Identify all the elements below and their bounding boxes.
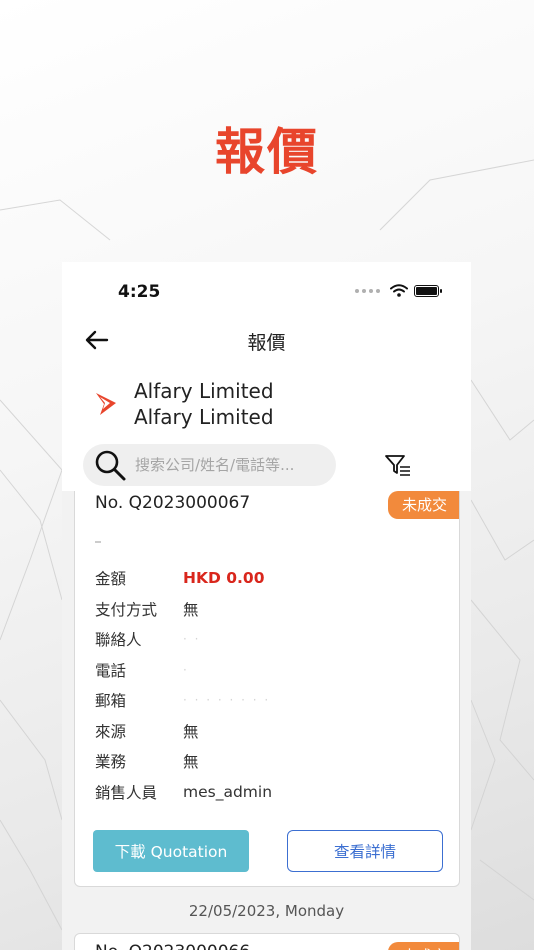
field-row-business: 業務 無 <box>95 750 445 772</box>
view-details-button[interactable]: 查看詳情 <box>287 830 443 872</box>
field-label: 郵箱 <box>95 692 127 710</box>
field-value-redacted: · · <box>183 632 201 646</box>
nav-title: 報價 <box>247 332 286 354</box>
field-value: HKD 0.00 <box>183 569 265 587</box>
search-icon <box>95 450 126 481</box>
hero-title: 報價 <box>215 123 319 181</box>
company-names: Alfary Limited Alfary Limited <box>134 378 274 430</box>
company-name-line1: Alfary Limited <box>134 379 274 403</box>
field-row-salesperson: 銷售人員 mes_admin <box>95 781 445 803</box>
phone-screen: 4:25 報價 Alfary Limited Alfary Limited 搜索… <box>62 262 471 950</box>
search-box[interactable] <box>83 444 336 486</box>
field-row-source: 來源 無 <box>95 720 445 742</box>
field-value: 無 <box>183 601 199 619</box>
field-label: 業務 <box>95 753 127 771</box>
field-label: 金額 <box>95 570 127 588</box>
status-time: 4:25 <box>118 282 161 302</box>
status-badge: 未成交 <box>387 491 459 519</box>
field-value: mes_admin <box>183 783 273 801</box>
company-logo-icon <box>96 393 116 415</box>
field-label: 電話 <box>95 662 127 680</box>
company-header: Alfary Limited Alfary Limited <box>94 378 274 430</box>
company-name-line2: Alfary Limited <box>134 405 274 429</box>
field-label: 聯絡人 <box>95 631 142 649</box>
battery-icon <box>414 284 442 297</box>
field-value: 無 <box>183 723 199 741</box>
header-area: 4:25 報價 Alfary Limited Alfary Limited <box>62 262 471 491</box>
quote-number: No. Q2023000067 <box>95 493 251 513</box>
field-row-contact: 聯絡人 · · <box>95 628 445 650</box>
field-value: 無 <box>183 753 199 771</box>
field-label: 來源 <box>95 723 127 741</box>
field-label: 銷售人員 <box>95 784 158 802</box>
filter-icon[interactable] <box>384 453 412 477</box>
field-value-redacted: · · · · · · · · <box>183 693 271 707</box>
field-value-redacted: · <box>183 663 189 677</box>
status-badge: 未成交 <box>387 942 459 950</box>
date-separator: 22/05/2023, Monday <box>188 902 345 920</box>
field-row-email: 郵箱 · · · · · · · · <box>95 689 445 711</box>
quote-card-next[interactable]: No. Q2023000066 未成交 <box>74 933 460 950</box>
quote-card: No. Q2023000067 未成交 金額 HKD 0.00 支付方式 無 聯… <box>74 491 460 887</box>
quote-number: No. Q2023000066 <box>95 942 250 950</box>
field-row-amount: 金額 HKD 0.00 <box>95 567 445 589</box>
field-label: 支付方式 <box>95 601 158 619</box>
search-input[interactable] <box>135 456 325 474</box>
signal-dots-icon <box>355 288 380 293</box>
blurred-company-text <box>95 541 101 543</box>
field-row-phone: 電話 · <box>95 659 445 681</box>
wifi-icon <box>390 284 408 297</box>
status-icons <box>355 284 442 297</box>
field-row-payment: 支付方式 無 <box>95 598 445 620</box>
download-quotation-button[interactable]: 下載 Quotation <box>93 830 249 872</box>
